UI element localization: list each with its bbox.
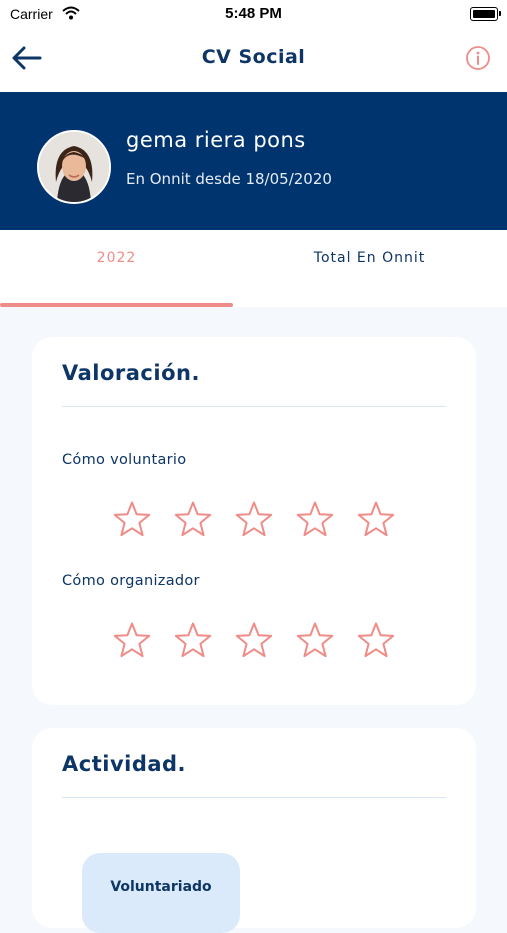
voluntariado-label: Voluntariado: [110, 879, 212, 895]
avatar: [37, 130, 111, 204]
star-icon[interactable]: [356, 621, 396, 661]
star-icon[interactable]: [295, 621, 335, 661]
status-bar: Carrier 5:48 PM: [0, 0, 507, 30]
info-button[interactable]: [465, 45, 491, 71]
star-icon[interactable]: [234, 500, 274, 540]
valoracion-card: Valoración. Cómo voluntario Cómo organiz…: [32, 337, 476, 705]
member-since: En Onnit desde 18/05/2020: [126, 170, 332, 188]
star-icon[interactable]: [112, 500, 152, 540]
page-title: CV Social: [201, 46, 306, 68]
tab-selected-indicator: [0, 303, 233, 307]
organizador-stars[interactable]: [112, 621, 412, 663]
star-icon[interactable]: [112, 621, 152, 661]
actividad-title: Actividad.: [62, 752, 187, 776]
star-icon[interactable]: [295, 500, 335, 540]
battery-tip: [499, 11, 501, 16]
battery-icon: [470, 7, 498, 21]
tab-2022[interactable]: 2022: [0, 250, 233, 266]
star-icon[interactable]: [234, 621, 274, 661]
status-time: 5:48 PM: [225, 5, 282, 22]
star-icon[interactable]: [356, 500, 396, 540]
organizador-rating-label: Cómo organizador: [62, 573, 200, 589]
info-circle-icon: [466, 46, 490, 70]
star-icon[interactable]: [173, 500, 213, 540]
voluntariado-tile[interactable]: Voluntariado: [82, 853, 240, 933]
divider: [62, 406, 446, 407]
profile-name: gema riera pons: [126, 128, 306, 152]
voluntario-rating-label: Cómo voluntario: [62, 452, 187, 468]
period-tabs: 2022 Total En Onnit: [0, 230, 507, 307]
tab-total-en-onnit[interactable]: Total En Onnit: [253, 250, 486, 266]
valoracion-title: Valoración.: [62, 361, 200, 385]
profile-banner: gema riera pons En Onnit desde 18/05/202…: [0, 92, 507, 230]
divider: [62, 797, 446, 798]
voluntario-stars[interactable]: [112, 500, 412, 542]
star-icon[interactable]: [173, 621, 213, 661]
nav-bar: CV Social: [0, 30, 507, 92]
actividad-card: Actividad. Voluntariado: [32, 728, 476, 933]
